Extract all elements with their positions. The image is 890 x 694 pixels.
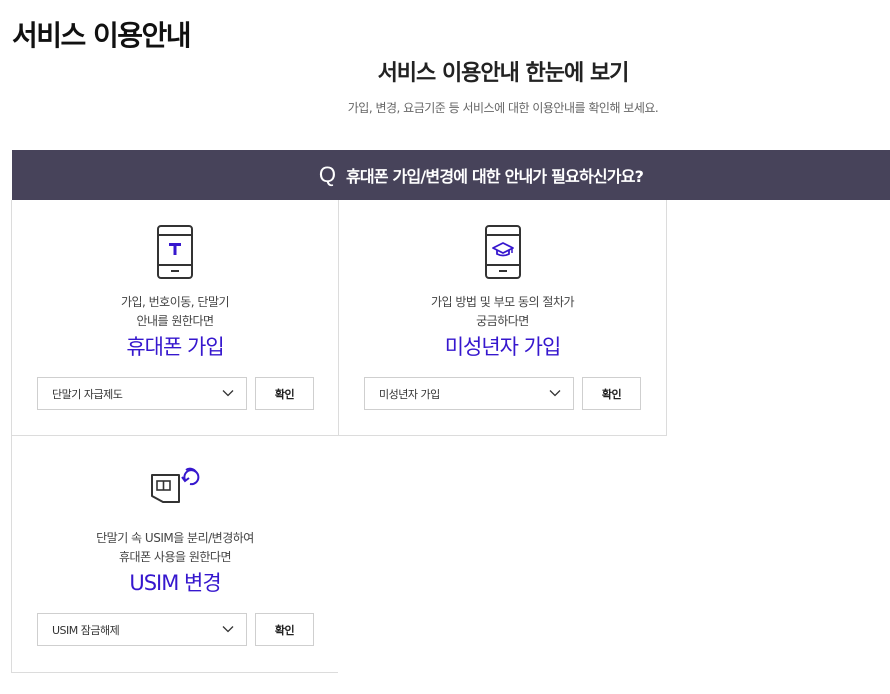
chevron-down-icon [222,626,234,633]
service-card-usim-change: 단말기 속 USIM을 분리/변경하여 휴대폰 사용을 원한다면 USIM 변경… [11,436,338,673]
service-card-minor-signup: 가입 방법 및 부모 동의 절차가 궁금하다면 미성년자 가입 미성년자 가입 … [338,200,667,436]
card-select[interactable]: USIM 잠금해제 [37,613,247,646]
card-description: 단말기 속 USIM을 분리/변경하여 휴대폰 사용을 원한다면 [96,531,254,564]
card-service-title: USIM 변경 [129,571,221,595]
question-text: 휴대폰 가입/변경에 대한 안내가 필요하신가요? [346,167,644,186]
card-description: 가입 방법 및 부모 동의 절차가 궁금하다면 [430,295,575,328]
usim-refresh-icon [151,467,200,503]
card-service-title: 미성년자 가입 [444,335,562,359]
page-title: 서비스 이용안내 [12,19,192,52]
confirm-button[interactable]: 확인 [255,613,314,646]
phone-graduation-cap-icon [484,225,521,279]
confirm-button[interactable]: 확인 [255,377,314,410]
card-description: 가입, 번호이동, 단말기 안내를 원한다면 [120,295,230,328]
card-select[interactable]: 단말기 자급제도 [37,377,247,410]
card-service-title: 휴대폰 가입 [126,335,224,359]
confirm-button[interactable]: 확인 [582,377,641,410]
chevron-down-icon [222,390,234,397]
question-mark: Q [318,162,337,187]
phone-t-icon [157,225,193,279]
question-bar: Q 휴대폰 가입/변경에 대한 안내가 필요하신가요? [12,150,890,200]
service-card-phone-signup: 가입, 번호이동, 단말기 안내를 원한다면 휴대폰 가입 단말기 자급제도 확… [11,200,338,436]
section-subtitle: 가입, 변경, 요금기준 등 서비스에 대한 이용안내를 확인해 보세요. [347,101,659,115]
card-select[interactable]: 미성년자 가입 [364,377,574,410]
chevron-down-icon [549,390,561,397]
section-title: 서비스 이용안내 한눈에 보기 [377,61,630,86]
